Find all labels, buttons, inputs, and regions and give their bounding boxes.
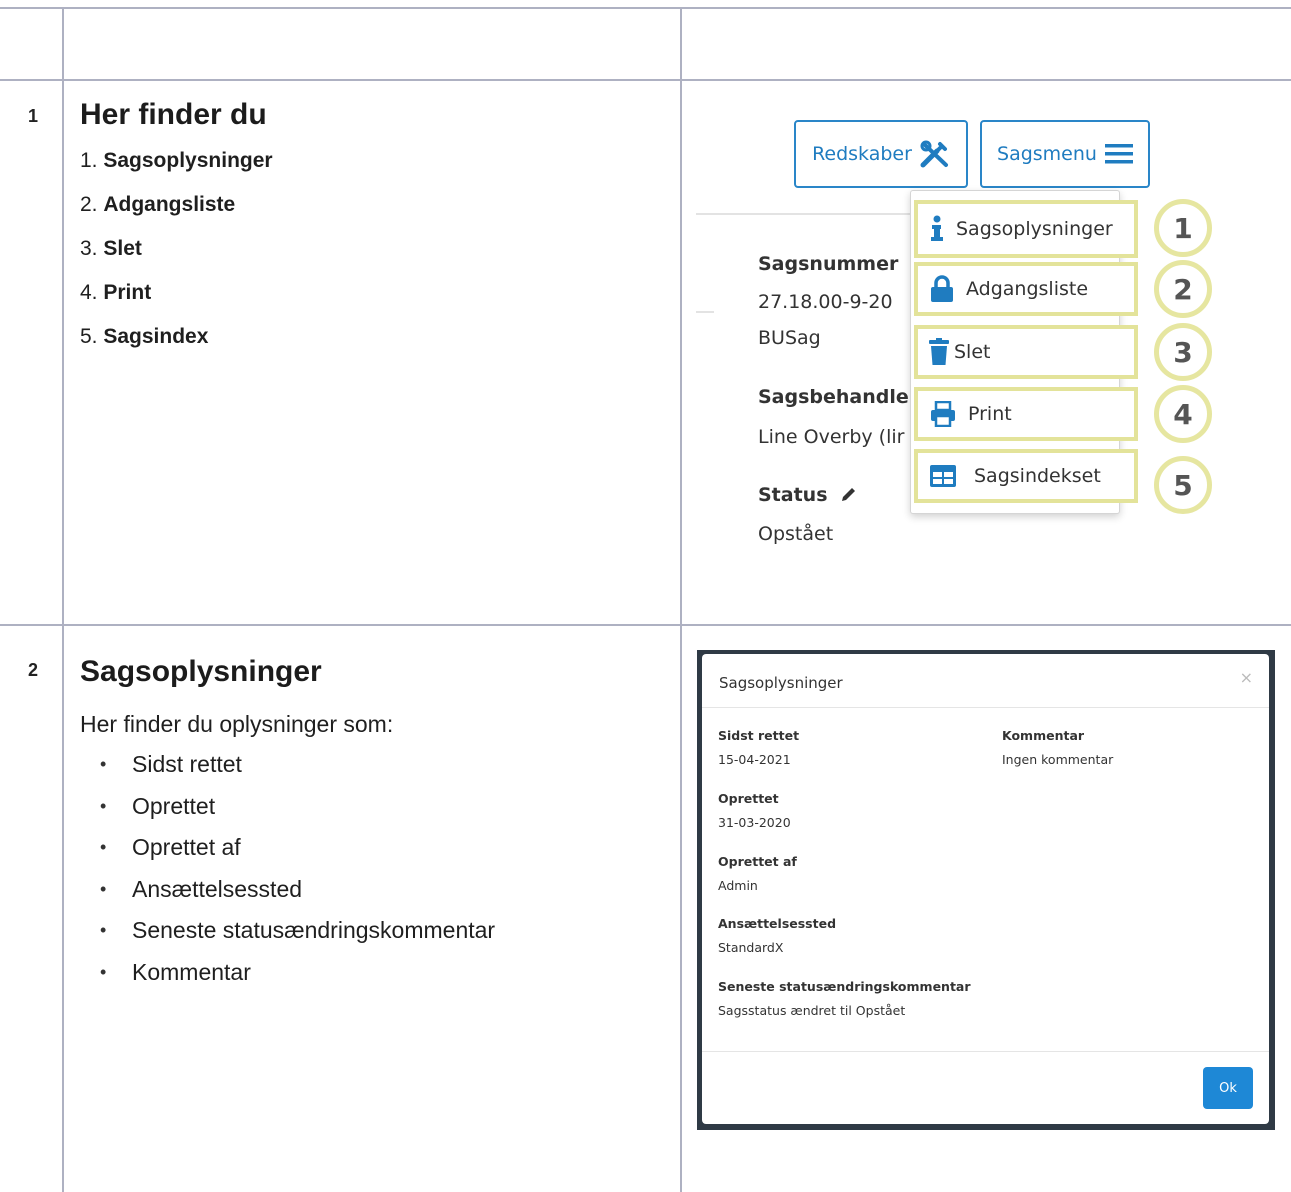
list-item: Oprettet af xyxy=(80,831,660,873)
intro-text: Her finder du oplysninger som: xyxy=(80,711,394,737)
hamburger-icon xyxy=(1104,144,1133,164)
table-icon xyxy=(930,465,956,487)
field-value: Sagsstatus ændret til Opstået xyxy=(718,1003,906,1018)
menu-item-slet[interactable]: Slet xyxy=(914,325,1138,379)
field-label: Sidst rettet xyxy=(718,728,800,743)
menu-item-label: Adgangsliste xyxy=(966,278,1089,300)
field-value: BUSag xyxy=(758,327,821,349)
field-value: 27.18.00-9-20 xyxy=(758,291,893,313)
field-value: StandardX xyxy=(718,940,784,955)
menu-item-sagsindekset[interactable]: Sagsindekset xyxy=(914,449,1138,503)
row-heading: Her finder du xyxy=(80,98,267,131)
marker-circle: 5 xyxy=(1154,456,1212,514)
field-value: 31-03-2020 xyxy=(718,815,791,830)
marker-circle: 4 xyxy=(1154,385,1212,443)
field-label: Ansættelsessted xyxy=(718,916,837,931)
row-number: 1 xyxy=(28,106,39,126)
divider xyxy=(696,213,926,215)
field-value: Opstået xyxy=(758,523,834,545)
table-border-header-bottom xyxy=(0,79,1291,81)
row-heading: Sagsoplysninger xyxy=(80,655,322,688)
field-label: Oprettet af xyxy=(718,854,797,869)
trash-icon xyxy=(929,338,949,365)
field-label: Oprettet xyxy=(718,791,779,806)
marker-circle: 3 xyxy=(1154,323,1212,381)
menu-item-adgangsliste[interactable]: Adgangsliste xyxy=(914,262,1138,316)
list-item: Sidst rettet xyxy=(80,748,660,790)
menu-item-sagsoplysninger[interactable]: Sagsoplysninger xyxy=(914,200,1138,258)
field-label: Sagsnummer xyxy=(758,253,899,275)
case-info-modal: Sagsoplysninger × Sidst rettet 15-04-202… xyxy=(702,654,1269,1124)
case-info-screenshot: Sagsoplysninger × Sidst rettet 15-04-202… xyxy=(697,650,1275,1130)
list-item: Kommentar xyxy=(80,956,660,998)
field-value: Ingen kommentar xyxy=(1002,752,1114,767)
lock-icon xyxy=(931,275,953,302)
tools-icon xyxy=(920,140,948,168)
case-menu-screenshot: Redskaber Sagsmenu Sagsnummer 27.18.00-9… xyxy=(682,82,1290,622)
table-border-top xyxy=(0,7,1291,9)
info-icon xyxy=(931,215,943,241)
list-item: Ansættelsessted xyxy=(80,873,660,915)
marker-circle: 2 xyxy=(1154,260,1212,318)
modal-title: Sagsoplysninger xyxy=(719,674,843,692)
bullet-list: Sidst rettet Oprettet Oprettet af Ansætt… xyxy=(80,748,660,997)
pencil-icon[interactable] xyxy=(840,485,858,503)
marker-circle: 1 xyxy=(1154,199,1212,257)
tools-button[interactable]: Redskaber xyxy=(794,120,968,188)
menu-item-print[interactable]: Print xyxy=(914,387,1138,441)
list-item: Oprettet xyxy=(80,790,660,832)
close-icon[interactable]: × xyxy=(1240,668,1253,687)
divider xyxy=(696,311,714,313)
field-value: Admin xyxy=(718,878,758,893)
menu-item-label: Sagsindekset xyxy=(974,465,1101,487)
list-item: 4. Print xyxy=(80,281,152,304)
menu-item-label: Slet xyxy=(954,341,991,363)
row-2-text-cell: Sagsoplysninger Her finder du oplysninge… xyxy=(80,655,660,997)
field-label: Kommentar xyxy=(1002,728,1085,743)
table-border-row1-bottom xyxy=(0,624,1291,626)
divider xyxy=(702,1051,1269,1052)
menu-item-label: Print xyxy=(968,403,1012,425)
divider xyxy=(702,707,1269,708)
printer-icon xyxy=(931,401,955,427)
case-menu-button[interactable]: Sagsmenu xyxy=(980,120,1150,188)
table-border-col1 xyxy=(62,7,64,1192)
list-item: Seneste statusændringskommentar xyxy=(80,914,660,956)
list-item: 2. Adgangsliste xyxy=(80,193,236,216)
row-1-text-cell: Her finder du 1. Sagsoplysninger 2. Adga… xyxy=(80,98,660,366)
list-item: 1. Sagsoplysninger xyxy=(80,149,273,172)
tools-button-label: Redskaber xyxy=(812,143,912,165)
list-item: 5. Sagsindex xyxy=(80,325,209,348)
finder-list: 1. Sagsoplysninger 2. Adgangsliste 3. Sl… xyxy=(80,146,660,366)
field-label: Status xyxy=(758,484,858,506)
menu-item-label: Sagsoplysninger xyxy=(956,218,1113,240)
field-value: 15-04-2021 xyxy=(718,752,791,767)
field-label: Sagsbehandler xyxy=(758,386,919,408)
list-item: 3. Slet xyxy=(80,237,142,260)
row-number: 2 xyxy=(28,660,39,680)
field-value: Line Overby (lir xyxy=(758,426,905,448)
ok-button[interactable]: Ok xyxy=(1203,1067,1253,1109)
case-menu-button-label: Sagsmenu xyxy=(997,143,1097,165)
field-label: Seneste statusændringskommentar xyxy=(718,979,971,994)
